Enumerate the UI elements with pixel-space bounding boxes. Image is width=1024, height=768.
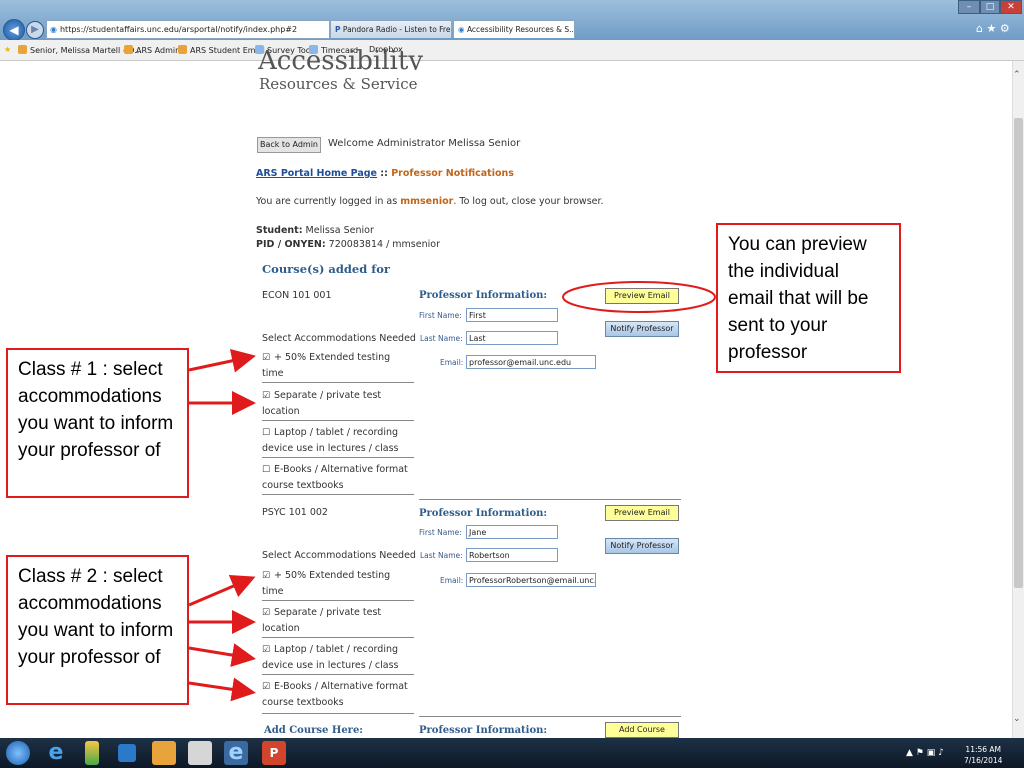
snipping-tool-icon[interactable] — [188, 741, 212, 765]
ie-icon[interactable]: e — [44, 741, 68, 765]
arrow-icon — [188, 677, 256, 702]
clock-date: 7/16/2014 — [964, 756, 1003, 765]
clock[interactable]: 11:56 AM 7/16/2014 — [964, 744, 1002, 766]
arrow-icon — [188, 575, 256, 607]
annotation-arrows — [188, 281, 716, 702]
media-player-icon[interactable] — [118, 744, 136, 762]
powerpoint-icon[interactable]: P — [262, 741, 286, 765]
file-explorer-icon[interactable] — [85, 741, 99, 765]
ie-active-icon[interactable]: e — [224, 741, 248, 765]
clock-time: 11:56 AM — [965, 745, 1002, 754]
tray-icons[interactable]: ▲ ⚑ ▣ ♪ — [906, 748, 944, 758]
preview-highlight-ellipse — [562, 281, 716, 313]
arrow-icon — [188, 643, 256, 667]
arrow-icon — [188, 349, 256, 373]
start-orb-icon[interactable] — [6, 741, 30, 765]
outlook-icon[interactable] — [152, 741, 176, 765]
